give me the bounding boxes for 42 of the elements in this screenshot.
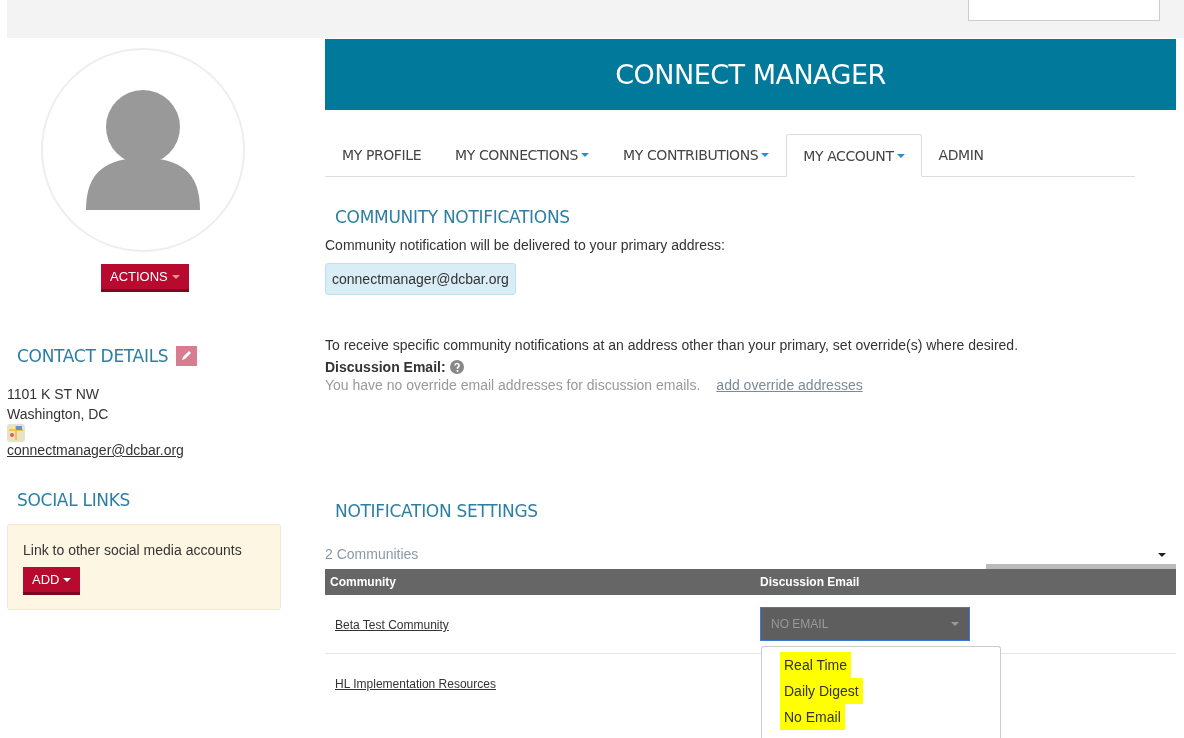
tab[interactable]: MY CONTRIBUTIONS (606, 134, 787, 176)
no-override-text: You have no override email addresses for discussion emails. (325, 377, 701, 393)
menu-option[interactable]: Real Time (780, 652, 852, 678)
intro-text: Community notification will be delivered to your primary address: (325, 236, 725, 255)
caret-icon (896, 153, 905, 158)
caret-icon (1158, 552, 1166, 557)
discussion-label: Discussion Email: (325, 358, 446, 377)
section-heading: SOCIAL LINKS (17, 490, 132, 510)
actions-button[interactable]: ACTIONS (101, 264, 189, 292)
primary-email: connectmanager@dcbar.org (325, 263, 516, 295)
community-link[interactable]: Beta Test Community (335, 618, 449, 632)
tab[interactable]: MY ACCOUNT (786, 134, 922, 177)
caret-icon (63, 577, 72, 582)
help-icon[interactable] (449, 360, 464, 374)
column-header: Discussion Email (759, 575, 861, 589)
community-link[interactable]: HL Implementation Resources (335, 677, 496, 691)
edit-icon[interactable] (176, 346, 198, 366)
column-header: Community (329, 575, 397, 589)
section-heading: NOTIFICATION SETTINGS (335, 501, 539, 521)
section-heading: CONTACT DETAILS (17, 346, 169, 366)
caret-icon (171, 274, 180, 279)
section-heading: COMMUNITY NOTIFICATIONS (335, 207, 571, 227)
menu-option[interactable]: No Email (780, 704, 845, 730)
social-text: Link to other social media accounts (23, 541, 242, 560)
add-button[interactable]: ADD (23, 567, 81, 595)
search-field[interactable] (968, 0, 1160, 21)
tab[interactable]: ADMIN (921, 134, 1001, 176)
add-override-link[interactable]: add override addresses (716, 377, 863, 393)
map-icon[interactable] (7, 424, 25, 442)
page-title: CONNECT MANAGER (325, 39, 1176, 110)
caret-icon (581, 153, 589, 157)
email-link[interactable]: connectmanager@dcbar.org (7, 442, 184, 458)
override-text: To receive specific community notifications at an address other than your primary, set override(s) where desired. (325, 336, 1019, 355)
menu-option[interactable]: Daily Digest (780, 678, 863, 704)
caret-icon (761, 153, 770, 157)
address-line: Washington, DC (7, 405, 109, 424)
tab[interactable]: MY CONNECTIONS (438, 134, 606, 176)
address-line: 1101 K ST NW (7, 385, 100, 404)
tab[interactable]: MY PROFILE (325, 134, 439, 176)
community-count: 2 Communities (325, 546, 419, 562)
avatar-icon (86, 90, 200, 210)
caret-icon (951, 622, 959, 626)
